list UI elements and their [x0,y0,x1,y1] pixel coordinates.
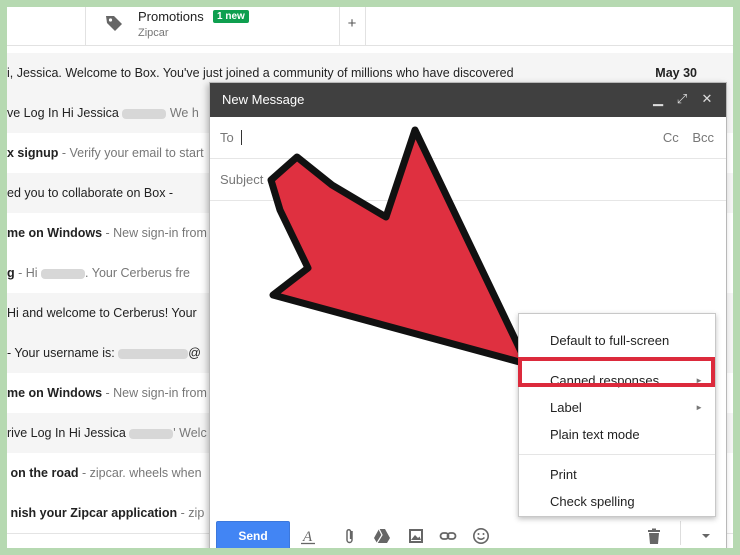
canned-responses-highlight [518,357,715,387]
more-options-menu: Default to full-screen Canned responses … [518,313,716,517]
menu-item-full-screen[interactable]: Default to full-screen [519,328,715,354]
menu-item-check-spelling[interactable]: Check spelling [519,489,715,515]
submenu-arrow-icon: ► [695,403,703,412]
menu-item-plain-text[interactable]: Plain text mode [519,422,715,448]
menu-item-label[interactable]: Label ► [519,395,715,421]
gmail-window: Promotions 1 new Zipcar + i, Jessica. We… [7,7,733,548]
menu-item-print[interactable]: Print [519,462,715,488]
menu-divider [519,454,715,455]
